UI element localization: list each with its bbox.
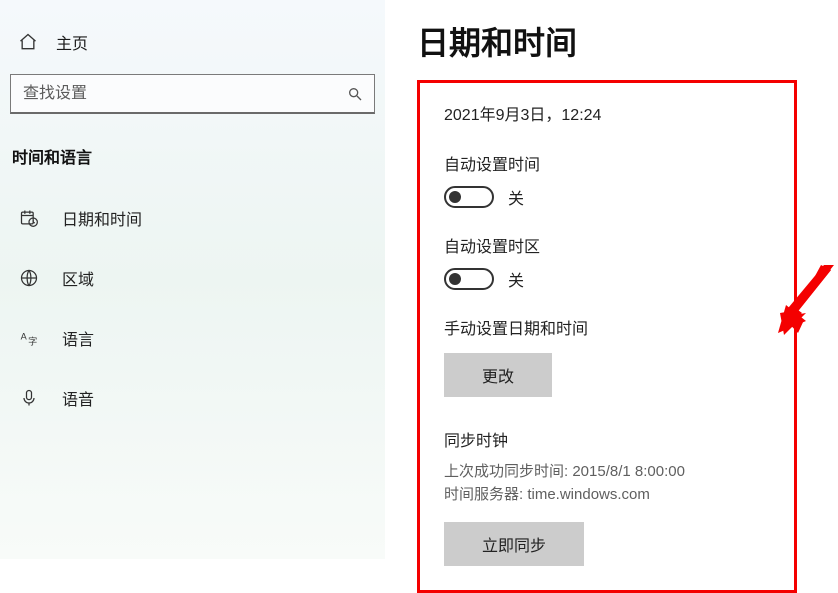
sidebar-item-label: 语音 bbox=[62, 386, 94, 410]
globe-icon bbox=[18, 268, 40, 288]
sidebar-item-region[interactable]: 区域 bbox=[0, 248, 385, 308]
toggle-knob bbox=[449, 191, 461, 203]
sidebar-section-header: 时间和语言 bbox=[0, 144, 385, 188]
sync-now-button[interactable]: 立即同步 bbox=[444, 522, 584, 566]
sidebar-item-label: 语言 bbox=[62, 326, 94, 350]
sync-last-success: 上次成功同步时间: 2015/8/1 8:00:00 bbox=[444, 461, 770, 484]
home-label: 主页 bbox=[56, 30, 88, 54]
auto-time-toggle[interactable] bbox=[444, 186, 494, 208]
home-icon bbox=[18, 32, 38, 52]
microphone-icon bbox=[18, 388, 40, 408]
sidebar-item-label: 日期和时间 bbox=[62, 206, 142, 230]
page-title: 日期和时间 bbox=[417, 18, 838, 64]
sync-clock-block: 同步时钟 上次成功同步时间: 2015/8/1 8:00:00 时间服务器: t… bbox=[444, 427, 770, 566]
sync-server: 时间服务器: time.windows.com bbox=[444, 484, 770, 507]
svg-text:字: 字 bbox=[28, 336, 37, 347]
settings-sidebar: 主页 时间和语言 日期和时间 bbox=[0, 0, 385, 559]
sidebar-item-label: 区域 bbox=[62, 266, 94, 290]
sync-clock-header: 同步时钟 bbox=[444, 427, 770, 451]
search-input[interactable] bbox=[10, 74, 375, 114]
auto-time-state: 关 bbox=[508, 185, 524, 209]
auto-timezone-block: 自动设置时区 关 bbox=[444, 233, 770, 291]
auto-time-toggle-row: 关 bbox=[444, 185, 770, 209]
highlight-box: 2021年9月3日，12:24 自动设置时间 关 自动设置时区 关 手动设置日期… bbox=[417, 80, 797, 593]
svg-text:A: A bbox=[21, 332, 28, 342]
language-icon: A 字 bbox=[18, 328, 40, 348]
sidebar-item-datetime[interactable]: 日期和时间 bbox=[0, 188, 385, 248]
search-wrap bbox=[10, 74, 375, 114]
auto-timezone-toggle[interactable] bbox=[444, 268, 494, 290]
search-icon[interactable] bbox=[347, 86, 363, 102]
auto-timezone-label: 自动设置时区 bbox=[444, 233, 770, 257]
change-button[interactable]: 更改 bbox=[444, 353, 552, 397]
auto-timezone-toggle-row: 关 bbox=[444, 267, 770, 291]
current-datetime: 2021年9月3日，12:24 bbox=[444, 101, 770, 125]
manual-datetime-label: 手动设置日期和时间 bbox=[444, 315, 770, 339]
manual-datetime-block: 手动设置日期和时间 更改 bbox=[444, 315, 770, 397]
main-content: 日期和时间 2021年9月3日，12:24 自动设置时间 关 自动设置时区 关 … bbox=[385, 0, 838, 559]
sidebar-item-speech[interactable]: 语音 bbox=[0, 368, 385, 428]
auto-time-block: 自动设置时间 关 bbox=[444, 151, 770, 209]
sidebar-nav-list: 日期和时间 区域 A 字 语言 bbox=[0, 188, 385, 428]
calendar-clock-icon bbox=[18, 208, 40, 228]
home-row[interactable]: 主页 bbox=[0, 20, 385, 74]
auto-time-label: 自动设置时间 bbox=[444, 151, 770, 175]
sidebar-item-language[interactable]: A 字 语言 bbox=[0, 308, 385, 368]
toggle-knob bbox=[449, 273, 461, 285]
auto-timezone-state: 关 bbox=[508, 267, 524, 291]
sync-info: 上次成功同步时间: 2015/8/1 8:00:00 时间服务器: time.w… bbox=[444, 461, 770, 506]
